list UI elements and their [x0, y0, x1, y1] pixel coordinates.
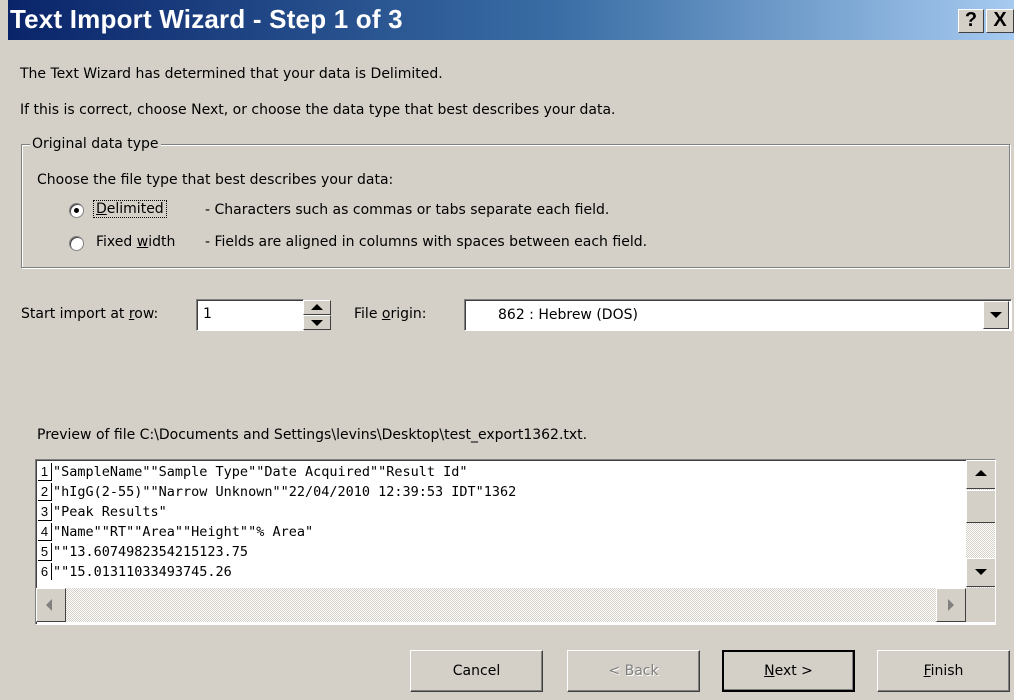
arrow-down-icon [311, 320, 323, 326]
arrow-down-icon [975, 569, 987, 575]
radio-selected-dot [74, 208, 79, 213]
spin-down-button[interactable] [303, 315, 331, 330]
start-row-input[interactable]: 1 [196, 299, 304, 331]
chevron-down-icon [990, 312, 1002, 318]
fixed-width-radio[interactable] [69, 236, 84, 251]
preview-row: 5 ""13.6074982354215123.75 [38, 543, 966, 562]
arrow-up-icon [975, 470, 987, 476]
spin-up-button[interactable] [303, 300, 331, 315]
preview-row: 4 "Name""RT""Area""Height""% Area" [38, 523, 966, 542]
preview-row: 3 "Peak Results" [38, 503, 966, 522]
file-origin-dropdown-button[interactable] [983, 301, 1009, 329]
preview-row: 2 "hIgG(2-55)""Narrow Unknown""22/04/2010… [38, 483, 966, 502]
arrow-up-icon [311, 304, 323, 310]
vertical-scrollbar[interactable] [966, 460, 995, 588]
file-origin-select[interactable]: 862 : Hebrew (DOS) [464, 299, 1012, 331]
close-button[interactable]: X [986, 9, 1014, 33]
group-label: Original data type [30, 136, 161, 152]
delimited-label[interactable]: Delimited [93, 200, 167, 218]
scrollbar-corner [966, 588, 995, 622]
file-type-prompt: Choose the file type that best describes… [37, 172, 394, 188]
text-import-wizard-dialog: Text Import Wizard - Step 1 of 3 ? X The… [0, 0, 1014, 700]
intro-line-1: The Text Wizard has determined that your… [20, 66, 443, 82]
preview-row: 6 ""15.01311033493745.26 [38, 563, 966, 580]
back-button[interactable]: < Back [567, 650, 700, 692]
scroll-left-button[interactable] [36, 588, 66, 622]
horizontal-scrollbar[interactable] [36, 588, 966, 622]
intro-line-2: If this is correct, choose Next, or choo… [20, 102, 616, 118]
preview-row: 1 "SampleName""Sample Type""Date Acquired… [38, 463, 966, 482]
file-origin-label: File origin: [354, 306, 427, 322]
vertical-scroll-thumb[interactable] [966, 490, 995, 523]
arrow-right-icon [948, 599, 954, 611]
delimited-radio[interactable] [69, 203, 84, 218]
fixed-width-label[interactable]: Fixed width [96, 234, 175, 250]
title-bar[interactable]: Text Import Wizard - Step 1 of 3 ? X [8, 0, 1014, 40]
cancel-button[interactable]: Cancel [410, 650, 543, 692]
preview-pane[interactable]: 1 "SampleName""Sample Type""Date Acquired… [35, 459, 996, 625]
scroll-right-button[interactable] [936, 588, 966, 622]
help-button[interactable]: ? [958, 9, 984, 33]
arrow-left-icon [46, 599, 52, 611]
fixed-width-description: - Fields are aligned in columns with spa… [205, 234, 648, 250]
finish-button[interactable]: Finish [877, 650, 1010, 692]
start-row-spinner[interactable] [303, 300, 331, 330]
delimited-description: - Characters such as commas or tabs sepa… [205, 202, 610, 218]
scroll-up-button[interactable] [966, 460, 995, 489]
preview-label: Preview of file C:\Documents and Setting… [37, 427, 588, 443]
next-button[interactable]: Next > [722, 650, 855, 692]
scroll-down-button[interactable] [966, 558, 995, 587]
start-row-label: Start import at row: [21, 306, 159, 322]
dialog-title: Text Import Wizard - Step 1 of 3 [10, 4, 403, 34]
